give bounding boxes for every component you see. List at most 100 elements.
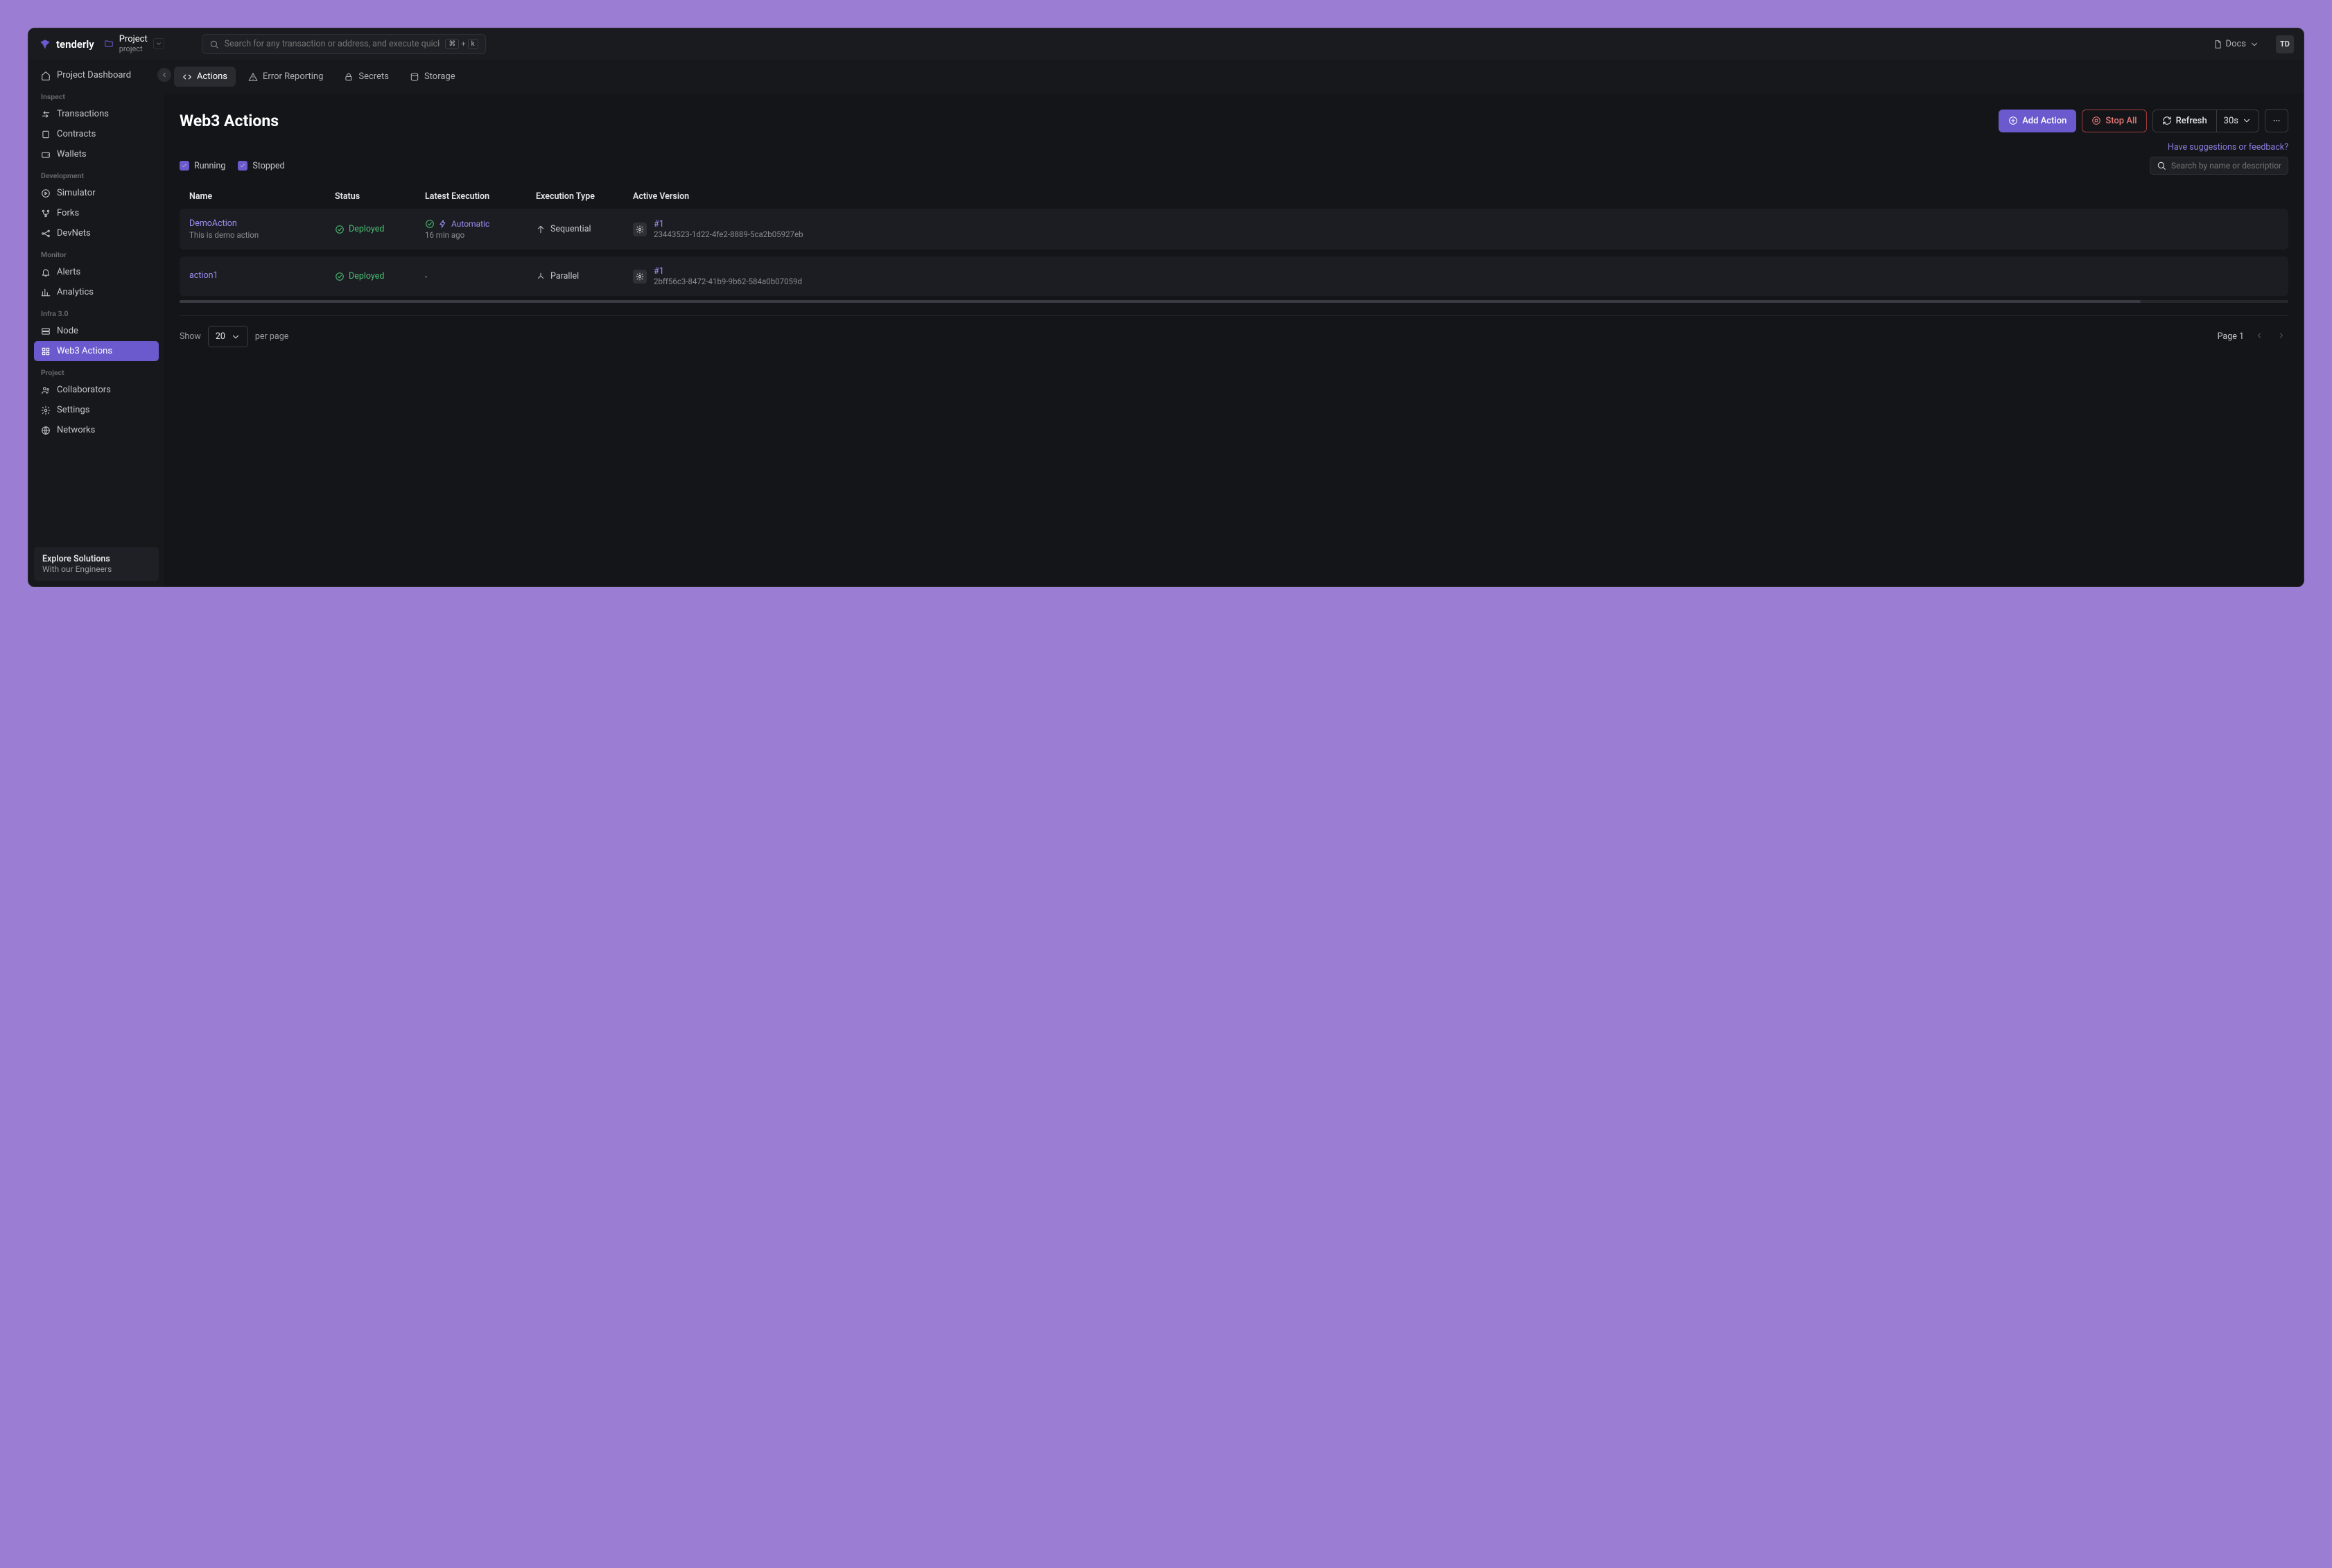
users-icon <box>41 385 51 395</box>
gear-icon <box>633 270 647 284</box>
page-title: Web3 Actions <box>180 112 279 130</box>
subnav: Actions Error Reporting Secrets Storage <box>164 60 2304 94</box>
action-name-link[interactable]: DemoAction <box>189 218 328 229</box>
user-avatar[interactable]: TD <box>2276 35 2294 53</box>
status-badge: Deployed <box>335 271 418 281</box>
home-icon <box>41 71 51 80</box>
refresh-interval-dropdown[interactable]: 30s <box>2217 110 2259 132</box>
sidebar-item-analytics[interactable]: Analytics <box>34 282 159 302</box>
sidebar-section-inspect: Inspect <box>34 85 159 104</box>
sidebar-item-collaborators[interactable]: Collaborators <box>34 380 159 400</box>
sidebar-item-wallets[interactable]: Wallets <box>34 144 159 164</box>
execution-type: Parallel <box>536 271 626 281</box>
horizontal-scrollbar[interactable] <box>180 300 2288 303</box>
swap-icon <box>41 110 51 119</box>
latest-execution-link: - <box>425 272 529 281</box>
arrow-up-icon <box>536 225 546 234</box>
sidebar-promo[interactable]: Explore Solutions With our Engineers <box>34 547 159 581</box>
more-button[interactable] <box>2265 109 2288 132</box>
sidebar-item-settings[interactable]: Settings <box>34 400 159 420</box>
sidebar-item-contracts[interactable]: Contracts <box>34 124 159 144</box>
global-search[interactable]: ⌘ + k <box>202 34 486 54</box>
stop-all-button[interactable]: Stop All <box>2082 110 2146 132</box>
project-dropdown[interactable] <box>153 38 164 49</box>
version-link[interactable]: #1 <box>654 266 802 277</box>
sidebar-item-forks[interactable]: Forks <box>34 203 159 223</box>
play-icon <box>41 189 51 198</box>
table-row[interactable]: action1 Deployed - Parallel #1 2b <box>180 256 2288 296</box>
wallet-icon <box>41 150 51 159</box>
latest-execution-link[interactable]: Automatic <box>425 219 529 229</box>
next-page-button[interactable] <box>2274 329 2288 345</box>
sidebar-item-dashboard[interactable]: Project Dashboard <box>34 65 159 85</box>
tab-error-reporting[interactable]: Error Reporting <box>240 67 331 87</box>
check-circle-icon <box>425 219 435 229</box>
tab-secrets[interactable]: Secrets <box>336 67 397 87</box>
tab-storage[interactable]: Storage <box>401 67 464 87</box>
feedback-link[interactable]: Have suggestions or feedback? <box>2168 142 2288 153</box>
gear-icon <box>41 406 51 415</box>
execution-type: Sequential <box>536 224 626 234</box>
folder-icon <box>104 39 114 49</box>
sidebar-section-infra: Infra 3.0 <box>34 302 159 321</box>
checkbox-checked-icon <box>180 161 189 171</box>
sidebar-section-development: Development <box>34 164 159 183</box>
table-search[interactable] <box>2150 157 2288 175</box>
check-circle-icon <box>335 225 345 234</box>
col-active-version: Active Version <box>633 191 2279 202</box>
checkbox-checked-icon <box>238 161 247 171</box>
filter-running-checkbox[interactable]: Running <box>180 161 225 171</box>
search-shortcut: ⌘ + k <box>445 39 478 49</box>
sidebar-collapse-button[interactable] <box>157 68 171 82</box>
gear-icon <box>633 223 647 236</box>
add-action-button[interactable]: Add Action <box>1999 110 2076 132</box>
project-name: Project <box>119 35 148 44</box>
chevron-down-icon <box>2250 40 2259 49</box>
sidebar-item-simulator[interactable]: Simulator <box>34 183 159 203</box>
col-status: Status <box>335 191 418 202</box>
dots-icon <box>2272 116 2281 125</box>
sidebar-section-monitor: Monitor <box>34 243 159 262</box>
table-row[interactable]: DemoAction This is demo action Deployed … <box>180 209 2288 250</box>
branch-icon <box>536 272 546 281</box>
version-hash: 2bff56c3-8472-41b9-9b62-584a0b07059d <box>654 277 802 286</box>
sidebar-item-devnets[interactable]: DevNets <box>34 223 159 243</box>
col-latest-execution: Latest Execution <box>425 191 529 202</box>
warning-icon <box>248 72 258 82</box>
prev-page-button[interactable] <box>2252 329 2266 345</box>
page-size-select[interactable]: 20 <box>208 326 248 347</box>
network-icon <box>41 229 51 238</box>
stop-icon <box>2091 116 2101 125</box>
main: Actions Error Reporting Secrets Storage … <box>164 60 2304 586</box>
chevron-down-icon <box>231 332 241 342</box>
lock-icon <box>344 72 354 82</box>
tab-actions[interactable]: Actions <box>174 67 236 87</box>
sidebar-item-web3-actions[interactable]: Web3 Actions <box>34 341 159 361</box>
document-icon <box>41 130 51 139</box>
version-hash: 23443523-1d22-4fe2-8889-5ca2b05927eb <box>654 229 803 239</box>
search-icon <box>2157 161 2166 171</box>
version-link[interactable]: #1 <box>654 219 803 229</box>
col-name: Name <box>189 191 328 202</box>
search-input[interactable] <box>225 39 440 49</box>
table-search-input[interactable] <box>2171 161 2281 171</box>
grid-icon <box>41 347 51 356</box>
docs-link[interactable]: Docs <box>2213 39 2259 49</box>
action-name-link[interactable]: action1 <box>189 270 328 281</box>
col-execution-type: Execution Type <box>536 191 626 202</box>
filter-stopped-checkbox[interactable]: Stopped <box>238 161 284 171</box>
refresh-button[interactable]: Refresh <box>2152 110 2217 132</box>
plus-circle-icon <box>2008 116 2018 125</box>
search-icon <box>209 40 219 49</box>
per-page-label: per page <box>255 331 288 342</box>
actions-table: Name Status Latest Execution Execution T… <box>180 184 2288 303</box>
page-number: Page 1 <box>2218 331 2244 342</box>
project-picker[interactable]: Project project <box>104 35 164 53</box>
globe-icon <box>41 426 51 435</box>
brand-logo[interactable]: tenderly <box>38 37 94 51</box>
sidebar-item-node[interactable]: Node <box>34 321 159 341</box>
action-description: This is demo action <box>189 230 328 240</box>
sidebar-item-alerts[interactable]: Alerts <box>34 262 159 282</box>
sidebar-item-transactions[interactable]: Transactions <box>34 104 159 124</box>
sidebar-item-networks[interactable]: Networks <box>34 420 159 440</box>
